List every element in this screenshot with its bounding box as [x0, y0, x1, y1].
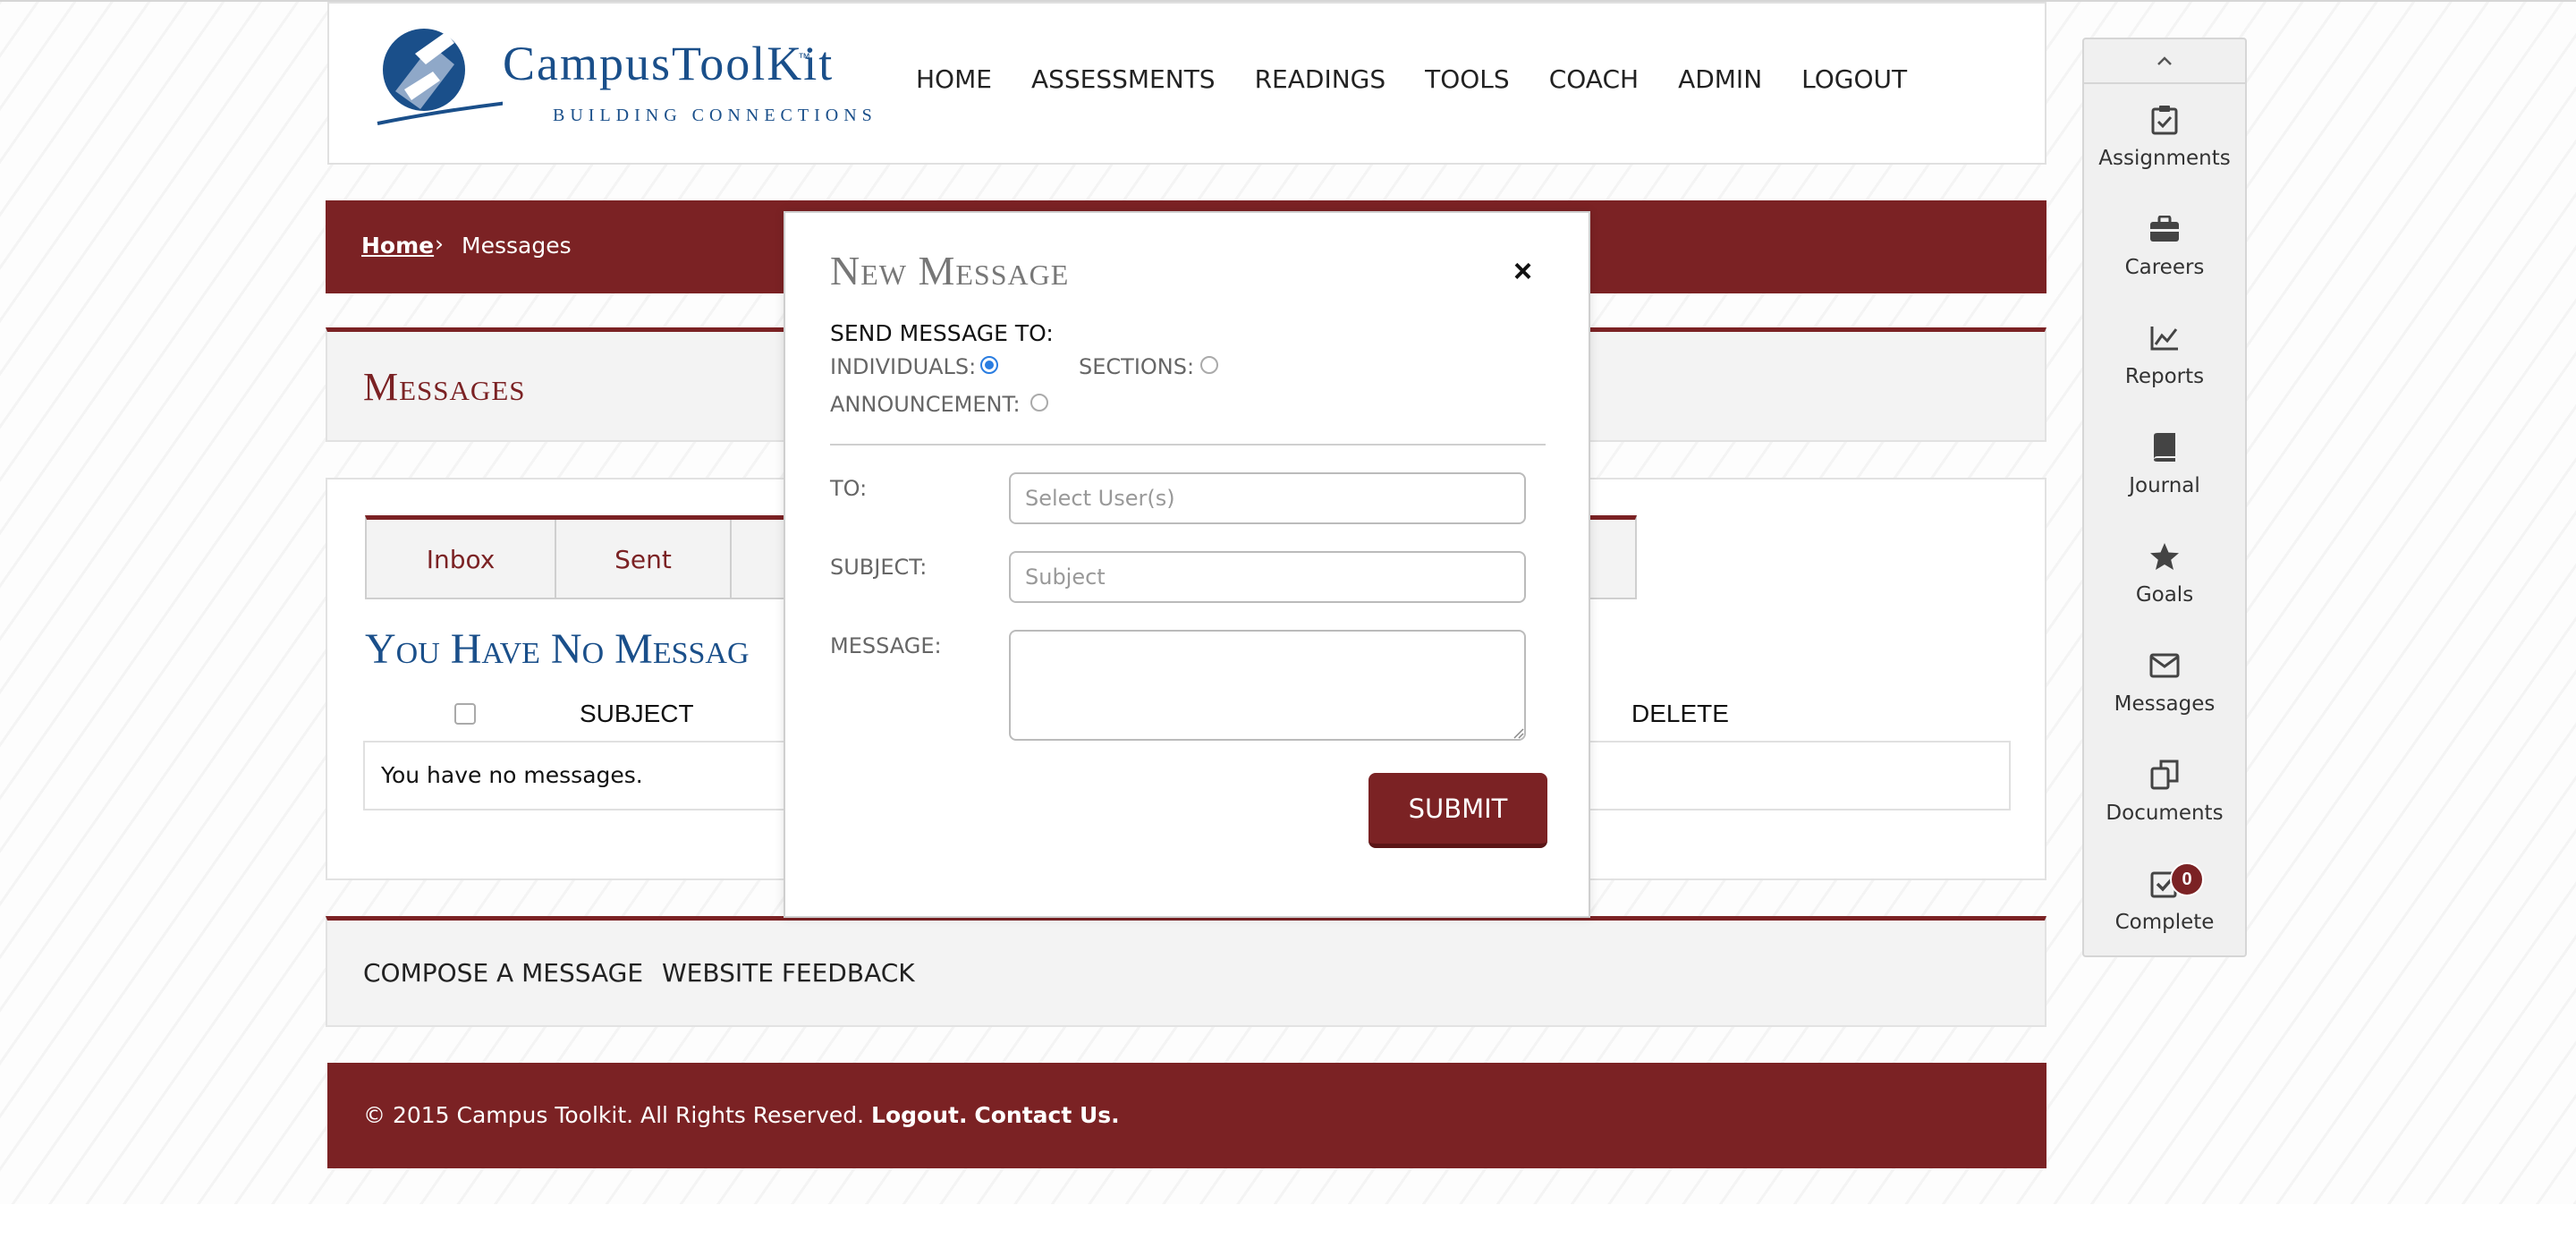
column-header-subject: SUBJECT	[580, 700, 694, 727]
sidebar-item-label: Complete	[2114, 911, 2215, 934]
sidebar-item-label: Reports	[2124, 365, 2205, 388]
copyright-bar: © 2015 Campus Toolkit. All Rights Reserv…	[327, 1063, 2046, 1168]
sidebar-item-assignments[interactable]: Assignments	[2084, 86, 2245, 195]
empty-heading: You Have No Messag	[365, 625, 750, 673]
contact-us-link[interactable]: Contact Us.	[974, 1102, 1119, 1128]
nav-assessments[interactable]: ASSESSMENTS	[1031, 64, 1216, 94]
nav-admin[interactable]: ADMIN	[1678, 64, 1762, 94]
briefcase-icon	[2148, 213, 2181, 245]
column-header-delete: DELETE	[1631, 700, 1729, 727]
close-icon[interactable]: ×	[1513, 252, 1532, 290]
sidebar-item-reports[interactable]: Reports	[2084, 304, 2245, 413]
sidebar-collapse-button[interactable]	[2084, 39, 2245, 84]
sidebar-item-label: Messages	[2114, 692, 2216, 716]
breadcrumb-home-link[interactable]: Home	[361, 233, 434, 259]
compose-message-link[interactable]: COMPOSE A MESSAGE	[363, 958, 643, 988]
select-all-checkbox[interactable]	[454, 703, 476, 725]
announcement-label: ANNOUNCEMENT:	[830, 392, 1021, 417]
submit-button[interactable]: SUBMIT	[1368, 773, 1547, 848]
nav-home[interactable]: HOME	[916, 64, 992, 94]
logo-wordmark: CampusToolKit	[503, 37, 835, 90]
subject-label: SUBJECT:	[830, 555, 928, 580]
tab-inbox[interactable]: Inbox	[367, 520, 556, 599]
sidebar-item-messages[interactable]: Messages	[2084, 632, 2245, 741]
copyright-text: © 2015 Campus Toolkit. All Rights Reserv…	[363, 1102, 1120, 1128]
logo-trademark: ™	[798, 50, 810, 64]
resize-handle-icon[interactable]	[1510, 725, 1524, 739]
footer-logout-link[interactable]: Logout.	[871, 1102, 967, 1128]
nav-coach[interactable]: COACH	[1549, 64, 1639, 94]
envelope-icon	[2148, 649, 2181, 682]
book-icon	[2148, 431, 2181, 463]
footer-links: COMPOSE A MESSAGE WEBSITE FEEDBACK	[326, 916, 2046, 1027]
logo-mark-icon	[377, 29, 503, 125]
subject-input[interactable]: Subject	[1009, 551, 1526, 603]
sidebar-item-label: Documents	[2106, 802, 2224, 825]
to-input[interactable]: Select User(s)	[1009, 472, 1526, 524]
to-label: TO:	[830, 476, 868, 501]
empty-message-text: You have no messages.	[381, 762, 643, 788]
website-feedback-link[interactable]: WEBSITE FEEDBACK	[662, 958, 915, 988]
sidebar-item-documents[interactable]: Documents	[2084, 741, 2245, 850]
breadcrumb-current: Messages	[462, 233, 572, 259]
sidebar-item-journal[interactable]: Journal	[2084, 413, 2245, 522]
nav-readings[interactable]: READINGS	[1255, 64, 1386, 94]
individuals-label: INDIVIDUALS:	[830, 354, 977, 379]
chevron-up-icon	[2157, 56, 2172, 65]
complete-count-badge: 0	[2170, 862, 2204, 896]
right-sidebar: Assignments Careers Reports Journal Goal…	[2082, 38, 2247, 957]
tab-sent[interactable]: Sent	[556, 520, 732, 599]
logo-tagline: BUILDING CONNECTIONS	[553, 106, 877, 125]
sidebar-item-label: Careers	[2124, 256, 2205, 279]
clipboard-check-icon	[2148, 104, 2181, 136]
sidebar-item-label: Journal	[2129, 474, 2200, 497]
sidebar-item-careers[interactable]: Careers	[2084, 195, 2245, 304]
sidebar-item-label: Goals	[2135, 583, 2194, 607]
site-header: CampusToolKit ™ BUILDING CONNECTIONS HOM…	[327, 2, 2046, 165]
documents-icon	[2148, 759, 2181, 791]
message-textarea[interactable]	[1009, 630, 1526, 741]
star-icon	[2148, 540, 2181, 573]
new-message-modal: New Message × SEND MESSAGE TO: INDIVIDUA…	[784, 211, 1590, 918]
sidebar-item-label: Assignments	[2098, 147, 2231, 170]
sections-radio[interactable]	[1200, 356, 1218, 374]
campus-toolkit-logo[interactable]: CampusToolKit ™ BUILDING CONNECTIONS	[369, 18, 872, 134]
individuals-radio[interactable]	[980, 356, 998, 374]
line-chart-icon	[2148, 322, 2181, 354]
nav-logout[interactable]: LOGOUT	[1801, 64, 1907, 94]
announcement-radio[interactable]	[1030, 394, 1048, 412]
send-to-label: SEND MESSAGE TO:	[830, 320, 1054, 346]
message-label: MESSAGE:	[830, 633, 942, 658]
page-title: Messages	[363, 365, 526, 409]
main-nav: HOME ASSESSMENTS READINGS TOOLS COACH AD…	[916, 64, 1946, 94]
sidebar-item-goals[interactable]: Goals	[2084, 522, 2245, 632]
sections-label: SECTIONS:	[1079, 354, 1195, 379]
nav-tools[interactable]: TOOLS	[1425, 64, 1510, 94]
sidebar-item-complete[interactable]: Complete 0	[2084, 850, 2245, 959]
modal-title: New Message	[830, 248, 1070, 293]
copyright-notice: © 2015 Campus Toolkit. All Rights Reserv…	[363, 1102, 865, 1128]
breadcrumb-chevron-icon: ›	[435, 231, 444, 257]
modal-divider	[830, 444, 1546, 446]
